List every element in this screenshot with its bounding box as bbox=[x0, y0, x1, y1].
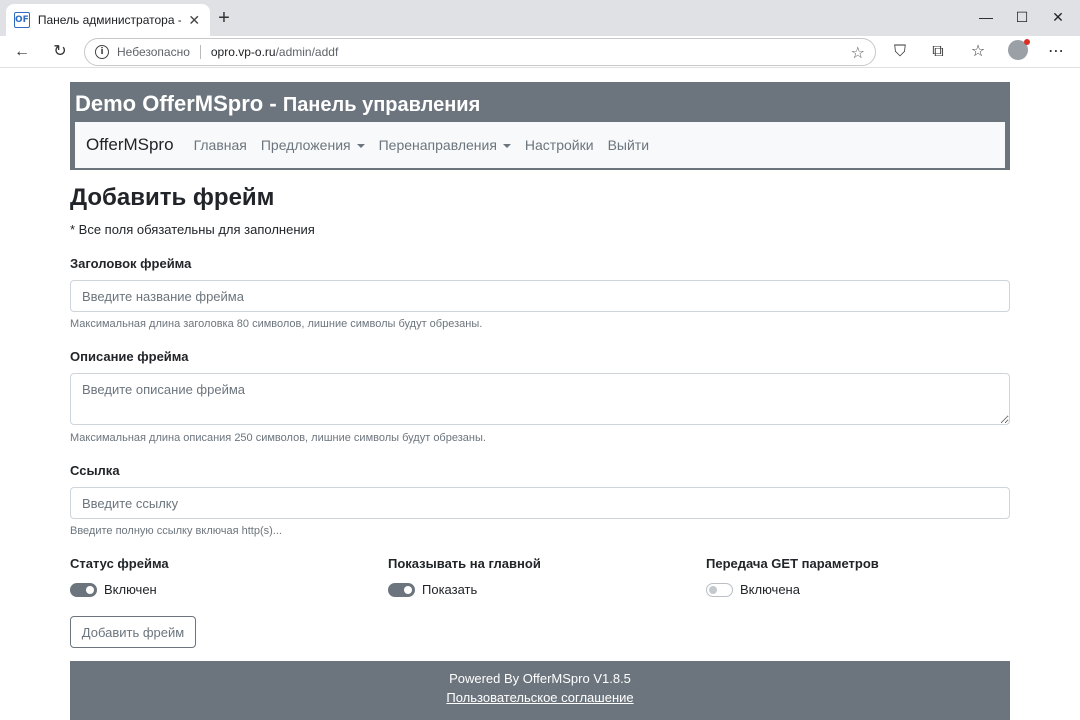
title-separator: - bbox=[263, 91, 283, 116]
nav-item-label: Главная bbox=[193, 137, 247, 153]
browser-tab-strip: OF Панель администратора - Добавить фрей… bbox=[0, 0, 1080, 36]
tab-title: Панель администратора - Добавить фрейм bbox=[37, 13, 181, 27]
nav-item-label: Перенаправления bbox=[378, 137, 497, 153]
site-header: Demo OfferMSpro - Панель управления Offe… bbox=[70, 82, 1010, 170]
toggle-knob bbox=[86, 585, 94, 594]
url-text[interactable]: opro.vp-o.ru/admin/addf bbox=[211, 45, 338, 59]
profile-avatar[interactable] bbox=[1008, 39, 1030, 60]
show-on-main-label: Показывать на главной bbox=[388, 556, 541, 571]
required-note: * Все поля обязательны для заполнения bbox=[70, 222, 315, 237]
link-input[interactable] bbox=[70, 487, 1010, 519]
nav-item-label: Выйти bbox=[607, 137, 650, 153]
show-on-main-toggle[interactable] bbox=[388, 582, 415, 597]
panel-title: Панель управления bbox=[282, 94, 481, 116]
link-label: Ссылка bbox=[70, 463, 120, 478]
site-name: Demo OfferMSpro bbox=[75, 91, 264, 116]
nav-item-label: Настройки bbox=[524, 137, 594, 153]
shield-icon[interactable]: ⛉ bbox=[888, 40, 912, 64]
link-hint: Введите полную ссылку включая http(s)... bbox=[70, 525, 282, 537]
navbar-brand[interactable]: OfferMSpro bbox=[86, 135, 174, 155]
frame-description-hint: Максимальная длина описания 250 символов… bbox=[70, 432, 486, 444]
nav-item-settings[interactable]: Настройки bbox=[525, 137, 594, 153]
back-icon[interactable]: ← bbox=[10, 40, 34, 64]
nav-item-home[interactable]: Главная bbox=[194, 137, 247, 153]
page-title: Добавить фрейм bbox=[70, 184, 275, 211]
new-tab-icon[interactable]: + bbox=[214, 8, 234, 28]
nav-item-offers[interactable]: Предложения bbox=[261, 137, 365, 153]
frame-description-input[interactable] bbox=[70, 373, 1010, 425]
security-status[interactable]: Небезопасно bbox=[117, 45, 190, 59]
favorites-icon[interactable]: ☆ bbox=[966, 40, 990, 64]
frame-title-label: Заголовок фрейма bbox=[70, 256, 192, 271]
chevron-down-icon bbox=[502, 144, 511, 149]
reload-icon[interactable]: ↻ bbox=[48, 40, 72, 64]
get-params-toggle[interactable] bbox=[706, 582, 733, 597]
more-menu-icon[interactable]: ⋯ bbox=[1044, 40, 1068, 64]
get-params-row: Включена bbox=[706, 582, 800, 597]
close-window-icon[interactable]: ✕ bbox=[1046, 6, 1070, 28]
url-path: /admin/addf bbox=[275, 45, 339, 59]
show-on-main-row: Показать bbox=[388, 582, 477, 597]
frame-status-state: Включен bbox=[104, 582, 157, 597]
frame-title-input[interactable] bbox=[70, 280, 1010, 312]
favorite-star-icon[interactable]: ☆ bbox=[851, 43, 865, 63]
maximize-icon[interactable]: ☐ bbox=[1010, 6, 1034, 28]
frame-description-label: Описание фрейма bbox=[70, 349, 189, 364]
frame-status-toggle[interactable] bbox=[70, 582, 97, 597]
page-header-container: Demo OfferMSpro - Панель управления Offe… bbox=[70, 82, 1010, 170]
add-frame-button[interactable]: Добавить фрейм bbox=[70, 616, 196, 648]
tab-close-icon[interactable]: ✕ bbox=[187, 12, 202, 29]
frame-status-label: Статус фрейма bbox=[70, 556, 169, 571]
user-agreement-link[interactable]: Пользовательское соглашение bbox=[446, 690, 633, 705]
get-params-state: Включена bbox=[740, 582, 800, 597]
nav-item-redirects[interactable]: Перенаправления bbox=[379, 137, 511, 153]
extensions-icon[interactable]: ⧉ bbox=[926, 40, 950, 64]
browser-tab-active[interactable]: OF Панель администратора - Добавить фрей… bbox=[6, 4, 210, 36]
address-divider bbox=[199, 45, 201, 59]
chevron-down-icon bbox=[356, 144, 365, 149]
nav-item-logout[interactable]: Выйти bbox=[608, 137, 649, 153]
get-params-label: Передача GET параметров bbox=[706, 556, 879, 571]
nav-item-label: Предложения bbox=[260, 137, 351, 153]
browser-toolbar: ← ↻ i Небезопасно opro.vp-o.ru/admin/add… bbox=[0, 36, 1080, 68]
toggle-knob bbox=[404, 585, 412, 594]
site-title: Demo OfferMSpro - Панель управления bbox=[72, 84, 1008, 120]
minimize-icon[interactable]: — bbox=[974, 6, 998, 28]
page-footer: Powered By OfferMSpro V1.8.5 Пользовател… bbox=[70, 661, 1010, 720]
info-icon[interactable]: i bbox=[95, 45, 109, 59]
toggle-knob bbox=[709, 585, 717, 594]
powered-by-text: Powered By OfferMSpro V1.8.5 bbox=[449, 671, 631, 686]
frame-title-hint: Максимальная длина заголовка 80 символов… bbox=[70, 318, 483, 330]
show-on-main-state: Показать bbox=[422, 582, 478, 597]
main-navbar: OfferMSpro Главная Предложения Перенапра… bbox=[75, 122, 1005, 168]
frame-status-row: Включен bbox=[70, 582, 157, 597]
address-bar[interactable]: i Небезопасно opro.vp-o.ru/admin/addf ☆ bbox=[84, 38, 876, 66]
url-host: opro.vp-o.ru bbox=[210, 45, 276, 59]
site-favicon-icon: OF bbox=[14, 12, 30, 28]
